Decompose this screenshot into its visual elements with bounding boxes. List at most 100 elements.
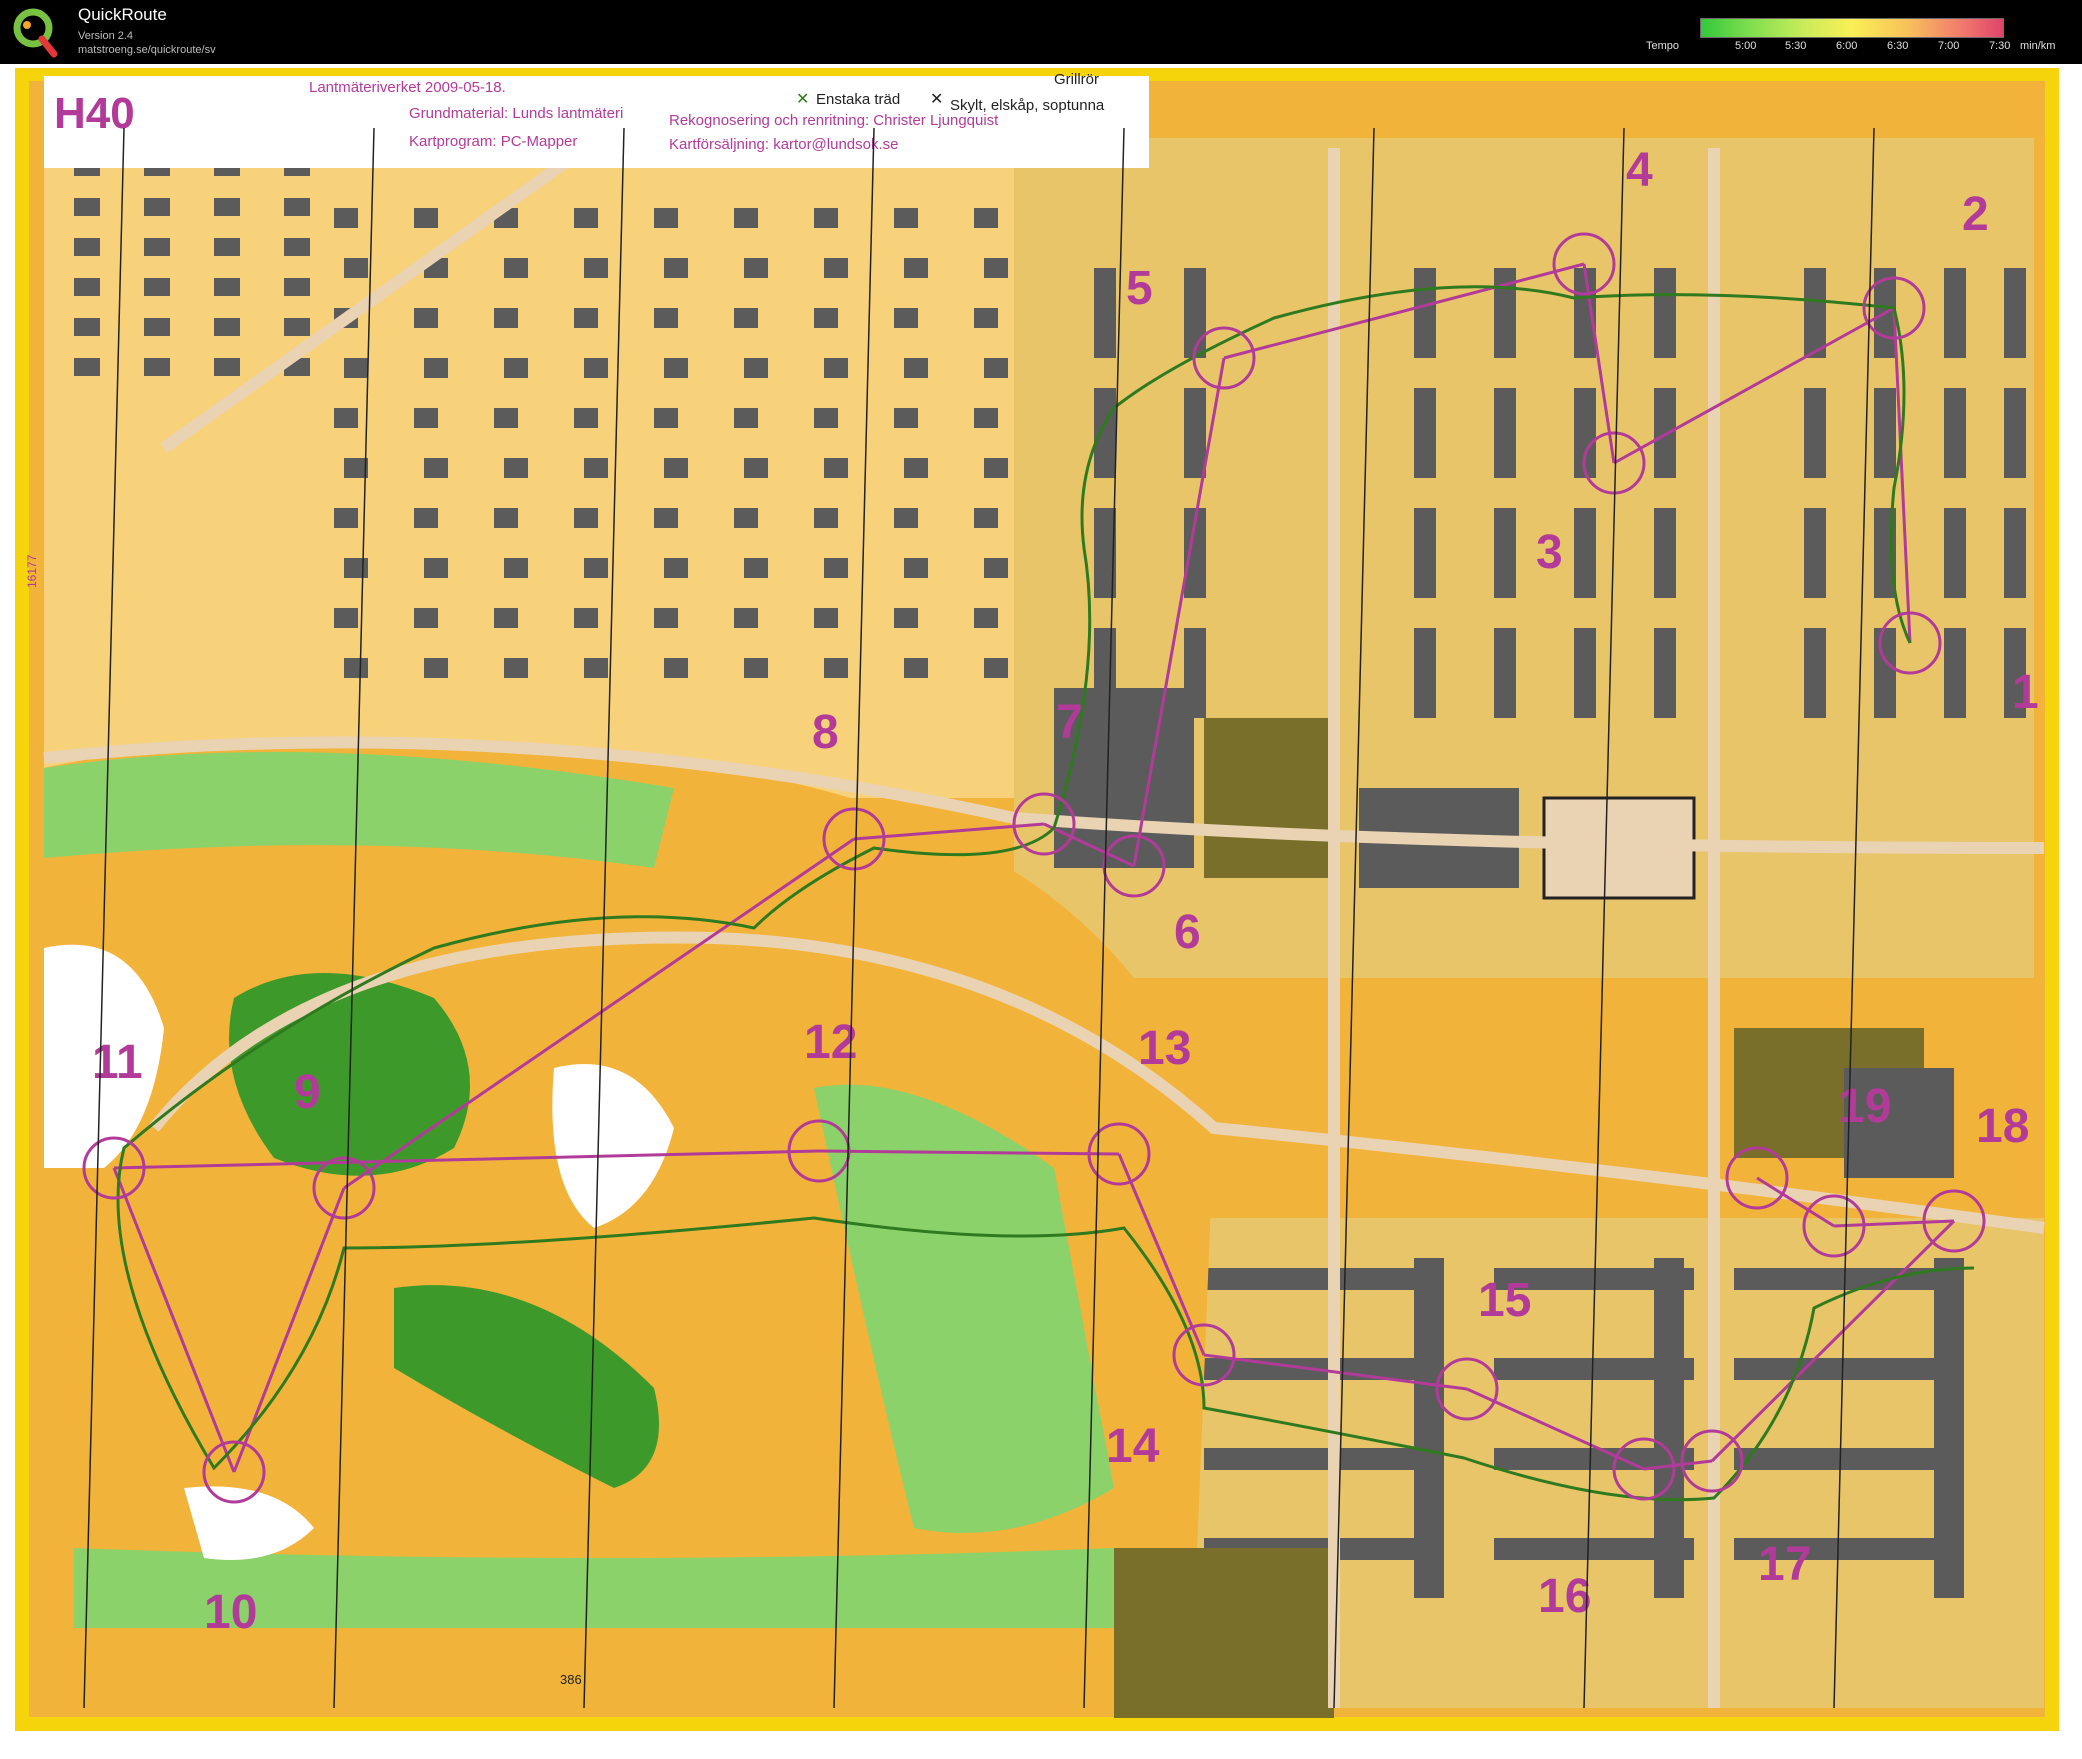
apartment-block [1654,388,1676,478]
apartment-block [1414,388,1436,478]
tempo-tick: 6:30 [1887,40,1909,52]
house [344,658,368,678]
apartment-block [1094,388,1116,478]
house [334,608,358,628]
house [984,358,1008,378]
house [584,358,608,378]
apartment-block [1094,268,1116,358]
grid-label: 386 [560,1672,582,1687]
house [894,308,918,328]
apartment-block [1414,628,1436,718]
apartment-block [1414,1258,1444,1598]
house [584,258,608,278]
control-number: 10 [204,1586,257,1639]
map-viewport[interactable]: 1 2 3 4 5 6 7 8 9 10 11 12 13 14 15 16 1… [14,68,2068,1744]
tempo-tick: 7:30 [1989,40,2011,52]
house [904,458,928,478]
house [284,278,310,296]
house [494,308,518,328]
legend-line: Lantmäteriverket 2009-05-18. [309,79,506,96]
apartment-block [1184,268,1206,358]
apartment-block [1804,508,1826,598]
house [574,408,598,428]
control-number: 2 [1962,188,1989,241]
house [744,458,768,478]
house [664,658,688,678]
house [334,508,358,528]
house [814,208,838,228]
house [894,608,918,628]
apartment-block [1654,1258,1684,1598]
control-number: 9 [294,1066,321,1119]
app-version: Version 2.4 [78,30,134,42]
apartment-block [1494,508,1516,598]
app-title: QuickRoute [78,5,167,24]
apartment-block [1494,628,1516,718]
house [214,278,240,296]
apartment-block [1654,628,1676,718]
control-number: 1 [2012,666,2039,719]
apartment-block [1944,628,1966,718]
house [504,258,528,278]
house [734,208,758,228]
house [144,238,170,256]
house [974,508,998,528]
house [904,658,928,678]
legend-line: Kartprogram: PC-Mapper [409,133,577,150]
house [344,458,368,478]
control-number: 19 [1838,1080,1891,1133]
house [894,408,918,428]
house [984,658,1008,678]
apartment-block [1814,1448,1934,1470]
orienteering-map[interactable]: 1 2 3 4 5 6 7 8 9 10 11 12 13 14 15 16 1… [14,68,2068,1744]
house [654,308,678,328]
house [74,318,100,336]
tempo-unit: min/km [2020,40,2056,52]
tempo-color-scale [1700,18,2004,38]
house [424,658,448,678]
legend-symbol: Skylt, elskåp, soptunna [950,97,1105,114]
apartment-block [1874,628,1896,718]
house [284,318,310,336]
residential-area-northwest [44,138,1054,798]
house [504,558,528,578]
house [904,358,928,378]
house [574,308,598,328]
house [284,238,310,256]
apartment-block [1804,388,1826,478]
tempo-tick: 7:00 [1938,40,1960,52]
legend-symbol: Grillrör [1054,71,1099,88]
house [574,608,598,628]
house [424,558,448,578]
house [734,608,758,628]
control-number: 7 [1056,696,1083,749]
apartment-block [1574,508,1596,598]
quickroute-logo-icon [13,8,58,58]
house [894,508,918,528]
grid-label: 16177 [25,554,39,588]
house [504,358,528,378]
title-bar: QuickRoute Version 2.4 matstroeng.se/qui… [0,0,2082,64]
apartment-block [1804,268,1826,358]
control-number: 8 [812,706,839,759]
house [734,308,758,328]
house [664,458,688,478]
tempo-tick: 6:00 [1836,40,1858,52]
app-url[interactable]: matstroeng.se/quickroute/sv [78,44,216,56]
house [984,458,1008,478]
house [344,258,368,278]
house [974,608,998,628]
house [414,508,438,528]
house [734,508,758,528]
control-number: 18 [1976,1100,2029,1153]
apartment-block [1944,508,1966,598]
house [744,658,768,678]
control-number: 4 [1626,144,1653,197]
house [334,408,358,428]
house [654,208,678,228]
house [74,278,100,296]
quickroute-window: QuickRoute Version 2.4 matstroeng.se/qui… [0,0,2082,1759]
house [664,358,688,378]
house [424,458,448,478]
apartment-block [1184,388,1206,478]
